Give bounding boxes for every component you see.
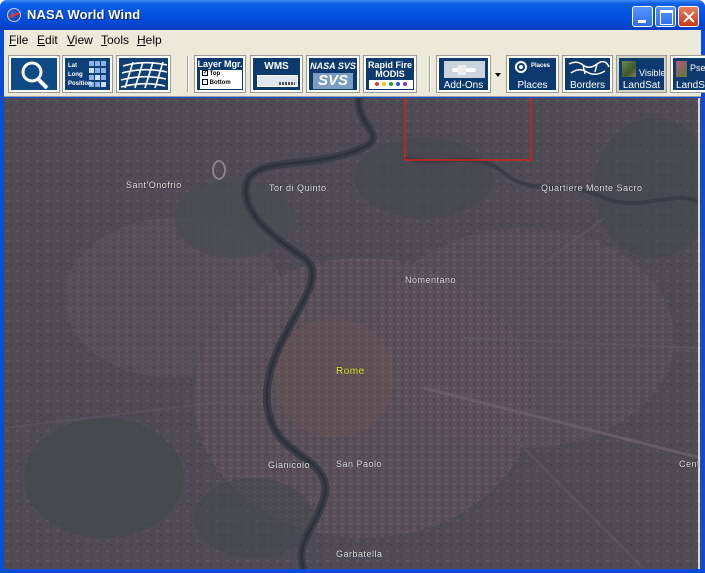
toolbar-separator: [429, 56, 431, 92]
window-bottom-border: [0, 569, 705, 573]
add-ons-label: Add-Ons: [443, 80, 484, 90]
places-badge: Places: [531, 63, 551, 69]
places-label: Places: [517, 80, 548, 90]
close-button[interactable]: [678, 6, 699, 27]
layer-manager-button[interactable]: Layer Mgr. ✓ Top Bottom: [194, 55, 246, 93]
landsat-pseudocolor-button[interactable]: Pse LandS: [670, 55, 705, 93]
place-label[interactable]: Nomentano: [405, 275, 456, 285]
window-title: NASA World Wind: [27, 7, 141, 22]
place-label[interactable]: Garbatella: [336, 549, 383, 559]
latlong-position-button[interactable]: Lat Long Position: [62, 55, 113, 93]
nasa-svs-button[interactable]: NASA SVS SVS: [306, 55, 360, 93]
search-button[interactable]: [8, 55, 60, 93]
shuttle-icon: [444, 61, 485, 78]
menu-file[interactable]: File: [9, 33, 28, 47]
chevron-down-icon: [495, 73, 501, 77]
nasa-logo-icon: [7, 8, 21, 22]
place-label[interactable]: Sant'Onofrio: [126, 180, 182, 190]
satellite-imagery: [4, 98, 701, 569]
places-target-icon: [515, 61, 527, 73]
place-label[interactable]: Gianicolo: [268, 460, 310, 470]
layer-manager-label: Layer Mgr.: [197, 59, 243, 69]
modis-dots-icon: [369, 80, 413, 89]
svs-logo: SVS: [313, 73, 353, 89]
pseudocolor-thumbnail-icon: [676, 61, 687, 77]
long-label: Long: [68, 72, 83, 78]
borders-icon: [568, 60, 610, 75]
visible-badge: Visible: [639, 68, 664, 78]
menu-view[interactable]: View: [67, 33, 93, 47]
menu-tools[interactable]: Tools: [101, 33, 129, 47]
place-label[interactable]: Quartiere Monte Sacro: [541, 183, 643, 193]
pseudo-badge: Pse: [690, 63, 705, 73]
menu-bar: File Edit View Tools Help: [4, 30, 701, 50]
menu-edit[interactable]: Edit: [37, 33, 58, 47]
magnifier-icon: [21, 61, 49, 90]
borders-label: Borders: [569, 80, 605, 90]
modis-label: MODIS: [375, 69, 405, 79]
city-label-rome[interactable]: Rome: [336, 366, 365, 377]
minimize-button[interactable]: [632, 6, 653, 27]
landsat-thumbnail-icon: [622, 61, 636, 77]
title-bar[interactable]: NASA World Wind: [0, 0, 705, 30]
graticule-icon: [120, 61, 168, 89]
satellite-map-view[interactable]: Sant'Onofrio Tor di Quinto Quartiere Mon…: [4, 98, 701, 569]
app-window: NASA World Wind File Edit View Tools Hel…: [0, 0, 705, 573]
menu-help[interactable]: Help: [137, 33, 162, 47]
layer-bottom-option: Bottom: [209, 80, 231, 86]
add-ons-dropdown[interactable]: [493, 55, 503, 93]
places-button[interactable]: Places Places: [506, 55, 559, 93]
lat-long-lines-button[interactable]: [116, 55, 171, 93]
maximize-button[interactable]: [655, 6, 676, 27]
landsat-pseudo-label: LandS: [676, 80, 705, 90]
rapid-fire-modis-button[interactable]: Rapid Fire MODIS: [363, 55, 417, 93]
borders-button[interactable]: Borders: [562, 55, 613, 93]
wms-button[interactable]: WMS: [250, 55, 303, 93]
landsat7-button[interactable]: Visible LandSat 7: [616, 55, 667, 93]
nasa-svs-label: NASA SVS: [310, 61, 356, 71]
layer-top-option: Top: [209, 71, 221, 77]
place-label[interactable]: Cent: [679, 459, 700, 469]
lat-label: Lat: [68, 63, 77, 69]
add-ons-button[interactable]: Add-Ons: [436, 55, 491, 93]
landsat7-label: LandSat 7: [622, 80, 661, 90]
place-label[interactable]: San Paolo: [336, 459, 382, 469]
toolbar: Lat Long Position Layer Mgr. ✓ Top Botto…: [4, 50, 705, 97]
wms-label: WMS: [264, 61, 289, 72]
place-label[interactable]: Tor di Quinto: [269, 183, 327, 193]
toolbar-separator: [187, 56, 189, 92]
position-label: Position: [68, 81, 92, 87]
